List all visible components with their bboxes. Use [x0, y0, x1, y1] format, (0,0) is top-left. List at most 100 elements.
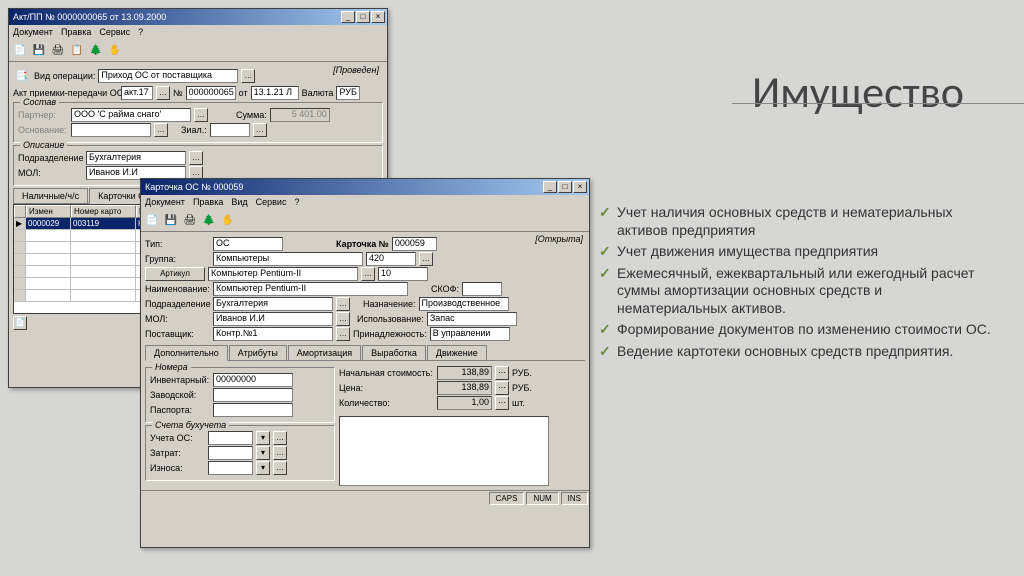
tab-additional[interactable]: Дополнительно [145, 345, 228, 361]
basis-field[interactable] [71, 123, 151, 137]
ellipsis-icon[interactable]: … [154, 123, 168, 137]
group-composition: Состав Партнер: ООО 'С райма снаго' … Су… [13, 102, 383, 143]
close-icon[interactable]: × [371, 11, 385, 23]
act-form-field[interactable]: акт.17 [121, 86, 153, 100]
article-button[interactable]: Артикул [145, 267, 205, 281]
ownership-field[interactable]: В управлении [430, 327, 510, 341]
ellipsis-icon[interactable]: … [361, 267, 375, 281]
department-field[interactable]: Бухгалтерия [86, 151, 186, 165]
page-title: Имущество [752, 65, 964, 119]
act-date-field[interactable]: 13.1.21 Л [251, 86, 299, 100]
factory-field[interactable] [213, 388, 293, 402]
dropdown-icon[interactable]: ▾ [256, 461, 270, 475]
close-icon[interactable]: × [573, 181, 587, 193]
ellipsis-icon[interactable]: … [336, 312, 350, 326]
titlebar-card[interactable]: Карточка ОС № 000059 _ □ × [141, 179, 589, 195]
calc-icon[interactable]: ⋯ [495, 396, 509, 410]
menubar-act[interactable]: ДокументПравкаСервис? [9, 25, 387, 39]
dept-field[interactable]: Бухгалтерия [213, 297, 333, 311]
journal-icon[interactable]: 📋 [68, 41, 86, 59]
name-field[interactable]: Компьютер Pentium-II [213, 282, 408, 296]
ellipsis-icon[interactable]: … [194, 108, 208, 122]
toolbar-card: 📄 💾 🖨 🌲 ✋ [141, 209, 589, 232]
print-icon[interactable]: 🖨 [181, 211, 199, 229]
ellipsis-icon[interactable]: … [419, 252, 433, 266]
new-icon[interactable]: 📄 [11, 41, 29, 59]
ellipsis-icon[interactable]: … [156, 86, 170, 100]
tab-attributes[interactable]: Атрибуты [229, 345, 287, 360]
supplier-field[interactable]: Контр.№1 [213, 327, 333, 341]
list-item: Учет наличия основных средств и нематери… [599, 204, 994, 239]
acc-wear-field[interactable] [208, 461, 253, 475]
add-row-icon[interactable]: 📄 [13, 316, 27, 330]
ellipsis-icon[interactable]: … [189, 151, 203, 165]
tabs-card: Дополнительно Атрибуты Амортизация Выраб… [145, 345, 585, 361]
list-item: Ежемесячный, ежеквартальный или ежегодны… [599, 265, 994, 318]
title-act: Акт/ПП № 0000000065 от 13.09.2000 [11, 12, 341, 22]
ellipsis-icon[interactable]: … [253, 123, 267, 137]
statusbar: CAPS NUM INS [141, 490, 589, 506]
status-open: [Открыта] [535, 234, 583, 244]
purpose-field[interactable]: Производственное [419, 297, 509, 311]
card-number-field[interactable]: 000059 [392, 237, 437, 251]
list-item: Формирование документов по изменению сто… [599, 321, 994, 339]
skof-field[interactable] [462, 282, 502, 296]
dropdown-icon[interactable]: ▾ [256, 431, 270, 445]
quantity-field: 1,00 [437, 396, 492, 410]
group-accounts: Счета бухучета Учета ОС:▾… Затрат:▾… Изн… [145, 425, 335, 481]
operation-type-field[interactable]: Приход ОС от поставщика [98, 69, 238, 83]
ellipsis-icon[interactable]: … [336, 297, 350, 311]
partner-field[interactable]: ООО 'С райма снаго' [71, 108, 191, 122]
acc-cost-field[interactable] [208, 446, 253, 460]
notes-field[interactable] [339, 416, 549, 486]
tab-movement[interactable]: Движение [427, 345, 487, 360]
group-code-field[interactable]: 420 [366, 252, 416, 266]
currency-field[interactable]: РУБ [336, 86, 360, 100]
save-icon[interactable]: 💾 [30, 41, 48, 59]
status-num: NUM [526, 492, 558, 505]
tab-output[interactable]: Выработка [362, 345, 426, 360]
article-qty-field[interactable]: 10 [378, 267, 428, 281]
type-field[interactable]: ОС [213, 237, 283, 251]
tree-icon[interactable]: 🌲 [200, 211, 218, 229]
ellipsis-icon[interactable]: … [273, 446, 287, 460]
toolbar-act: 📄 💾 🖨 📋 🌲 ✋ [9, 39, 387, 62]
tab-cash[interactable]: Наличные/ч/с [13, 188, 88, 203]
ellipsis-icon[interactable]: … [336, 327, 350, 341]
dropdown-icon[interactable]: ▾ [256, 446, 270, 460]
mol2-field[interactable]: Иванов И.И [213, 312, 333, 326]
calc-icon[interactable]: ⋯ [495, 381, 509, 395]
titlebar-act[interactable]: Акт/ПП № 0000000065 от 13.09.2000 _ □ × [9, 9, 387, 25]
dropdown-icon[interactable]: … [241, 69, 255, 83]
minimize-icon[interactable]: _ [341, 11, 355, 23]
menubar-card[interactable]: ДокументПравкаВидСервис? [141, 195, 589, 209]
passport-field[interactable] [213, 403, 293, 417]
doc-icon[interactable]: 📑 [13, 67, 31, 85]
minimize-icon[interactable]: _ [543, 181, 557, 193]
hand-icon[interactable]: ✋ [106, 41, 124, 59]
initial-cost-field: 138,89 [437, 366, 492, 380]
ellipsis-icon[interactable]: … [273, 461, 287, 475]
tab-amortization[interactable]: Амортизация [288, 345, 361, 360]
print-icon[interactable]: 🖨 [49, 41, 67, 59]
inventory-field[interactable]: 00000000 [213, 373, 293, 387]
save-icon[interactable]: 💾 [162, 211, 180, 229]
status-ins: INS [561, 492, 588, 505]
new-icon[interactable]: 📄 [143, 211, 161, 229]
maximize-icon[interactable]: □ [356, 11, 370, 23]
acc-os-field[interactable] [208, 431, 253, 445]
calc-icon[interactable]: ⋯ [495, 366, 509, 380]
group-field[interactable]: Компьютеры [213, 252, 363, 266]
usage-field[interactable]: Запас [427, 312, 517, 326]
ellipsis-icon[interactable]: … [273, 431, 287, 445]
zial-field[interactable] [210, 123, 250, 137]
hand-icon[interactable]: ✋ [219, 211, 237, 229]
act-number-field[interactable]: 000000065 [186, 86, 236, 100]
article-field[interactable]: Компьютер Pentium-II [208, 267, 358, 281]
group-numbers: Номера Инвентарный:00000000 Заводской: П… [145, 367, 335, 423]
status-posted: [Проведен] [333, 65, 379, 75]
tree-icon[interactable]: 🌲 [87, 41, 105, 59]
maximize-icon[interactable]: □ [558, 181, 572, 193]
list-item: Учет движения имущества предприятия [599, 243, 994, 261]
status-caps: CAPS [489, 492, 525, 505]
